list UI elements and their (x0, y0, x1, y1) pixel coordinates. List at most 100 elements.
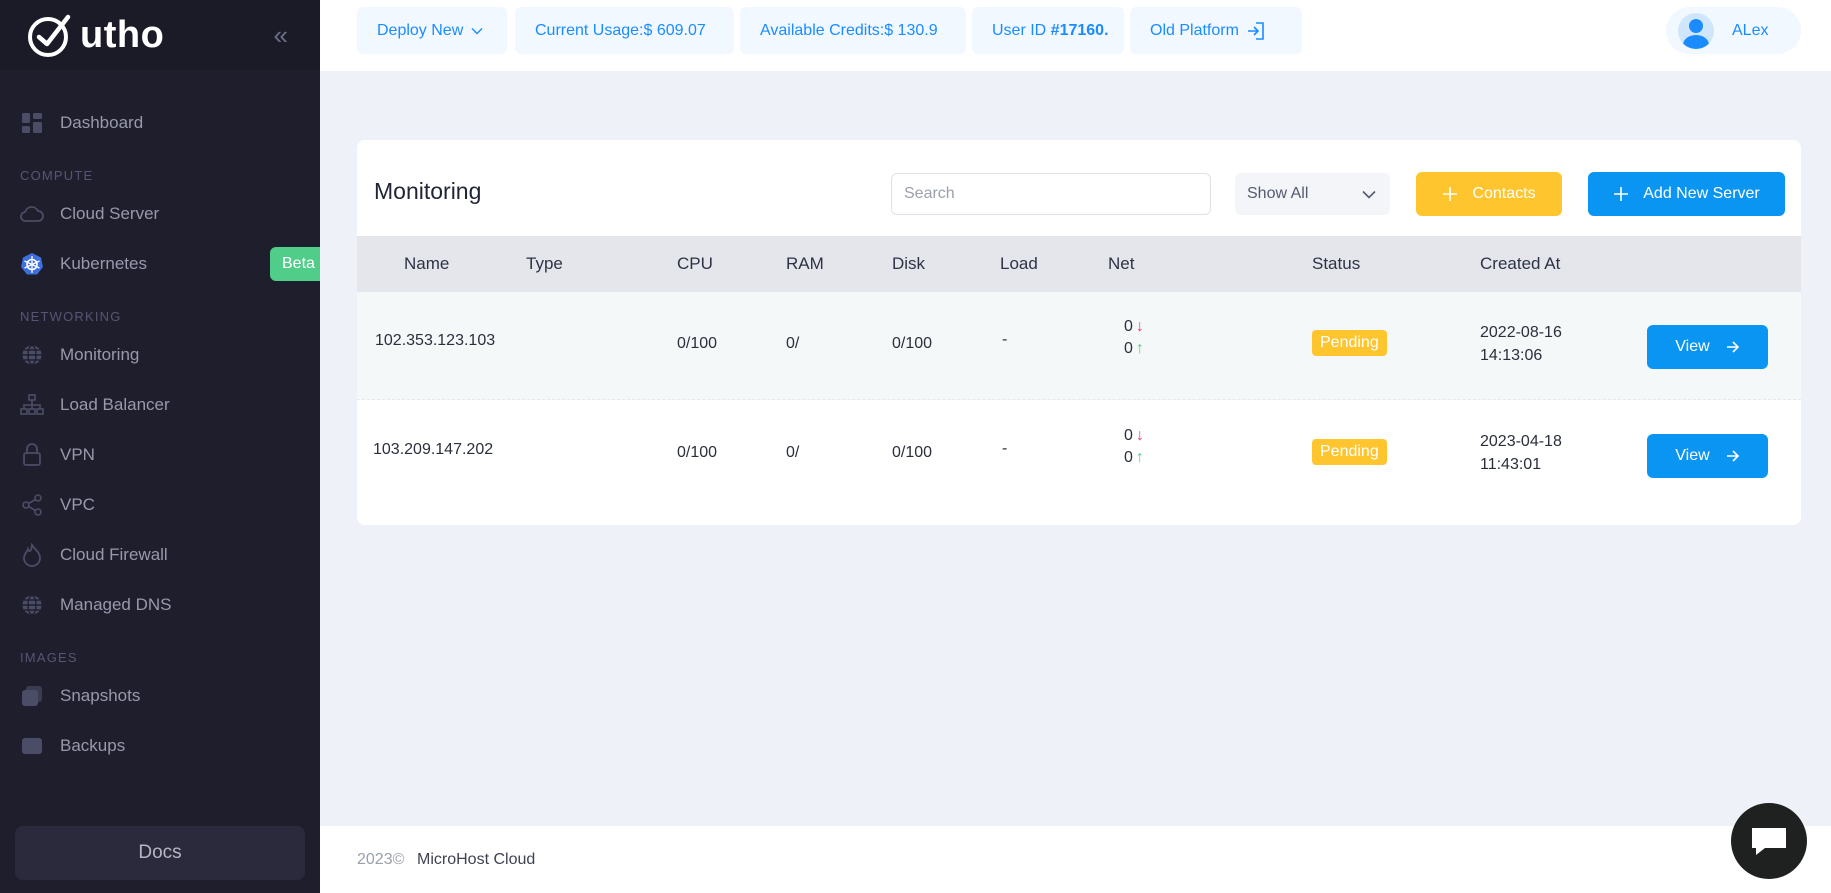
created-at: 2022-08-16 14:13:06 (1480, 321, 1562, 367)
topbar: Deploy New Current Usage:$ 609.07 Availa… (320, 0, 1831, 71)
sidebar-item-load-balancer[interactable]: Load Balancer (0, 380, 320, 430)
load-value: - (1002, 331, 1008, 348)
sidebar-nav: Dashboard COMPUTE Cloud Server Kubernete… (0, 70, 320, 771)
contacts-label: Contacts (1472, 185, 1536, 202)
beta-badge: Beta (270, 247, 320, 281)
created-date: 2022-08-16 (1480, 324, 1562, 341)
sign-in-icon (1247, 21, 1264, 40)
old-platform-label: Old Platform (1150, 21, 1239, 39)
user-id-value: #17160. (1050, 21, 1109, 39)
table-row: 102.353.123.103 0/100 0/ 0/100 - 0 ↓ 0 ↑ P… (357, 292, 1801, 400)
sidebar-item-label: Managed DNS (60, 595, 172, 614)
chat-button[interactable] (1731, 803, 1807, 879)
section-title-compute: COMPUTE (20, 168, 94, 183)
plus-icon (1443, 187, 1458, 201)
deploy-new-label: Deploy New (377, 21, 464, 39)
sidebar-item-vpn[interactable]: VPN (0, 430, 320, 480)
sidebar-item-cloud-server[interactable]: Cloud Server (0, 189, 320, 239)
sidebar-item-kubernetes[interactable]: Kubernetes Beta (0, 239, 320, 289)
logo-text: utho (80, 13, 165, 56)
view-label: View (1675, 338, 1710, 355)
cloud-icon (20, 202, 44, 226)
current-usage-text: Current Usage:$ 609.07 (535, 21, 706, 39)
share-icon (20, 493, 44, 517)
column-header-type: Type (526, 254, 563, 273)
old-platform-link[interactable]: Old Platform (1130, 7, 1302, 54)
net-up-value: 0 (1124, 449, 1133, 466)
status-badge: Pending (1312, 439, 1387, 465)
sidebar-item-backups[interactable]: Backups (0, 721, 320, 771)
search-input[interactable] (891, 173, 1211, 215)
chat-bubble-icon (1752, 828, 1786, 855)
add-new-server-button[interactable]: Add New Server (1588, 172, 1785, 216)
ram-value: 0/ (786, 444, 800, 461)
filter-select[interactable]: Show All (1235, 173, 1390, 215)
column-header-net: Net (1108, 254, 1135, 273)
sidebar-item-label: Dashboard (60, 113, 144, 132)
docs-footer: Docs (0, 813, 320, 893)
chevron-down-icon (1362, 190, 1376, 199)
copyright-year: 2023© (357, 851, 405, 868)
chevron-down-icon (471, 27, 483, 34)
status-badge: Pending (1312, 330, 1387, 356)
user-menu[interactable]: ALex (1666, 7, 1801, 54)
cpu-value: 0/100 (677, 335, 718, 352)
plus-icon (1614, 187, 1629, 201)
logo-row: utho « (0, 0, 320, 70)
cpu-value: 0/100 (677, 444, 718, 461)
column-header-status: Status (1312, 254, 1361, 273)
sidebar-item-label: Kubernetes (60, 254, 147, 273)
created-time: 14:13:06 (1480, 347, 1543, 364)
page-title: Monitoring (374, 178, 482, 204)
company-link[interactable]: MicroHost Cloud (417, 851, 535, 869)
add-new-server-label: Add New Server (1643, 185, 1760, 202)
sidebar-item-label: VPN (60, 445, 95, 464)
arrow-up-icon: ↑ (1135, 449, 1144, 466)
view-label: View (1675, 447, 1710, 464)
flame-icon (20, 543, 44, 567)
column-header-ram: RAM (786, 254, 824, 273)
created-at: 2023-04-18 11:43:01 (1480, 430, 1562, 476)
sidebar-item-label: Load Balancer (60, 395, 170, 414)
arrow-down-icon: ↓ (1135, 318, 1144, 335)
network-tree-icon (20, 393, 44, 417)
arrow-up-icon: ↑ (1135, 340, 1144, 357)
filter-selected-value: Show All (1247, 185, 1309, 202)
sidebar-item-snapshots[interactable]: Snapshots (0, 671, 320, 721)
docs-button[interactable]: Docs (15, 826, 305, 880)
avatar (1678, 12, 1714, 49)
sidebar-item-managed-dns[interactable]: Managed DNS (0, 580, 320, 630)
monitoring-card: Monitoring Show All Contacts Add New Ser… (357, 140, 1801, 525)
dashboard-icon (20, 111, 44, 135)
view-button[interactable]: View (1647, 434, 1768, 478)
view-button[interactable]: View (1647, 325, 1768, 369)
sidebar-item-dashboard[interactable]: Dashboard (0, 98, 320, 148)
sidebar-item-vpc[interactable]: VPC (0, 480, 320, 530)
sidebar-item-label: Cloud Server (60, 204, 160, 223)
snapshots-icon (20, 684, 44, 708)
sidebar: utho « Dashboard COMPUTE Cloud Server Ku… (0, 0, 320, 893)
ram-value: 0/ (786, 335, 800, 352)
disk-value: 0/100 (892, 335, 933, 352)
net-down-value: 0 (1124, 427, 1133, 444)
sidebar-item-monitoring[interactable]: Monitoring (0, 330, 320, 380)
arrow-right-icon (1726, 450, 1739, 462)
net-down-value: 0 (1124, 318, 1133, 335)
sidebar-item-label: VPC (60, 495, 95, 514)
disk-value: 0/100 (892, 444, 933, 461)
backups-icon (20, 734, 44, 758)
sidebar-item-cloud-firewall[interactable]: Cloud Firewall (0, 530, 320, 580)
load-value: - (1002, 440, 1008, 457)
utho-logo[interactable]: utho (26, 11, 164, 59)
column-header-name: Name (404, 254, 450, 273)
available-credits-text: Available Credits:$ 130.9 (760, 21, 938, 39)
contacts-button[interactable]: Contacts (1416, 172, 1562, 216)
deploy-new-dropdown[interactable]: Deploy New (357, 7, 507, 54)
net-cell: 0 ↓ 0 ↑ (1124, 316, 1144, 360)
created-time: 11:43:01 (1480, 456, 1542, 473)
net-cell: 0 ↓ 0 ↑ (1124, 425, 1144, 469)
column-header-created-at: Created At (1480, 254, 1561, 273)
server-name: 102.353.123.103 (375, 332, 496, 349)
collapse-sidebar-icon[interactable]: « (274, 20, 288, 51)
column-header-disk: Disk (892, 254, 926, 273)
